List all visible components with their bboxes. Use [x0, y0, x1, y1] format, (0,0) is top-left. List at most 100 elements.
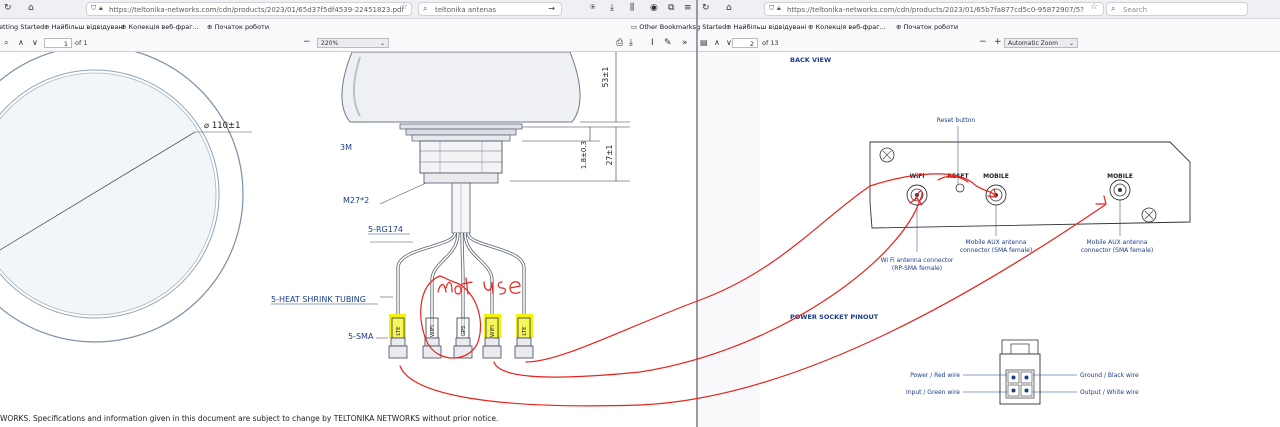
find-icon[interactable]: ⌕	[4, 39, 8, 47]
pin-output-label: Output / White wire	[1080, 389, 1139, 396]
bookmark-start[interactable]: ⊕ Початок роботи	[207, 19, 269, 35]
right-search-placeholder: Search	[1123, 6, 1148, 14]
bookmark-getting-started[interactable]: Getting Started	[698, 19, 726, 35]
prev-page-icon[interactable]: ∧	[714, 39, 720, 47]
port-mobile-1-label: MOBILE	[983, 173, 1009, 180]
bookmark-web-collection[interactable]: ⊕ Колекція веб-фраг...	[808, 19, 886, 35]
bookmark-star-icon[interactable]: ☆	[1090, 3, 1098, 12]
zoom-in-icon[interactable]: +	[994, 38, 1002, 47]
reload-icon[interactable]: ↻	[702, 4, 710, 13]
right-search-input[interactable]: ⌕ Search	[1106, 2, 1248, 16]
cable-label: 5-RG174	[368, 225, 403, 234]
left-page-number-input[interactable]: 1	[44, 38, 72, 48]
right-navigation-bar: ↻ ⌂ ⛉ 🔒︎ https://teltonika-networks.com/…	[698, 0, 1280, 19]
bookmark-most-visited[interactable]: ⊕ Найбільш відвідувані	[726, 19, 806, 35]
go-arrow-icon[interactable]: →	[548, 5, 555, 13]
prev-page-icon[interactable]: ∧	[18, 39, 24, 47]
zoom-out-icon[interactable]: −	[303, 38, 311, 47]
left-url-text: https://teltonika-networks.com/cdn/produ…	[109, 6, 404, 14]
port-reset-label: RESET	[947, 173, 969, 180]
extensions-icon[interactable]: ⧉	[668, 4, 674, 13]
bookmark-star-icon[interactable]: ☆	[400, 3, 408, 12]
left-search-input[interactable]: ⌕ teltonika antenas →	[418, 2, 562, 16]
connector-label: 5-SMA	[348, 332, 374, 341]
port-mobile-2-label: MOBILE	[1107, 173, 1133, 180]
left-browser-window: ↻ ⌂ ⛉ 🔒︎ https://teltonika-networks.com/…	[0, 0, 696, 427]
right-pdf-toolbar: ▤ ∧ ∨ 2 of 13 − + Automatic Zoom ⌄	[698, 36, 1280, 52]
zoom-out-icon[interactable]: −	[979, 38, 987, 47]
pin-input-label: Input / Green wire	[906, 389, 960, 396]
mobile-aux-1-caption-2: connector (SMA female)	[960, 247, 1032, 254]
dim-base-label: 1.8±0.3	[580, 141, 588, 169]
bookmark-web-collection[interactable]: ⊕ Колекція веб-фраг...	[121, 19, 199, 35]
right-zoom-select[interactable]: Automatic Zoom ⌄	[1004, 38, 1078, 48]
chevron-down-icon: ⌄	[1068, 40, 1074, 47]
folder-icon: ▭	[631, 23, 640, 31]
home-icon[interactable]: ⌂	[28, 4, 34, 13]
menu-icon[interactable]: ≡	[684, 4, 692, 13]
router-back-view-drawing: BACK VIEW POWER SOCKET PINOUT WiFi RESET…	[790, 56, 1191, 405]
right-bookmarks-bar: Getting Started ⊕ Найбільш відвідувані ⊕…	[698, 19, 1280, 35]
library-icon[interactable]: ⫼	[630, 4, 634, 13]
right-page-number-input[interactable]: 2	[732, 38, 758, 48]
lock-icon: 🔒︎	[777, 4, 781, 12]
left-navigation-bar: ↻ ⌂ ⛉ 🔒︎ https://teltonika-networks.com/…	[0, 0, 696, 19]
search-icon: ⌕	[423, 4, 428, 13]
back-view-heading: BACK VIEW	[790, 56, 831, 64]
left-url-bar[interactable]: ⛉ 🔒︎ https://teltonika-networks.com/cdn/…	[86, 2, 412, 16]
tag-lte-2: LTE	[522, 326, 528, 336]
draw-tool-icon[interactable]: ✎	[664, 39, 672, 48]
bookmark-start[interactable]: ⊕ Початок роботи	[896, 19, 958, 35]
bookmark-most-visited[interactable]: ⊕ Найбільш відвідувані	[44, 19, 124, 35]
antenna-drawing: LTE WIFI GPS WIFI LTE ⌀ 110±1 3M M27*2 5…	[0, 52, 630, 359]
left-pdf-page: LTE WIFI GPS WIFI LTE ⌀ 110±1 3M M27*2 5…	[0, 52, 696, 427]
power-pinout-heading: POWER SOCKET PINOUT	[790, 313, 879, 321]
right-url-text: https://teltonika-networks.com/cdn/produ…	[787, 6, 1084, 14]
adhesive-label: 3M	[340, 143, 352, 152]
tag-gps: GPS	[461, 325, 467, 337]
globe-icon: ⊕	[808, 23, 816, 31]
chevron-down-icon: ⌄	[379, 40, 385, 47]
bookmark-getting-started[interactable]: Getting Started	[0, 19, 44, 35]
pin-ground-label: Ground / Black wire	[1080, 372, 1139, 379]
pin-power-label: Power / Red wire	[910, 372, 960, 379]
pocket-icon[interactable]: ⍟	[590, 4, 595, 13]
dim-thread-label: 27±1	[605, 144, 614, 165]
tubing-label: 5-HEAT SHRINK TUBING	[271, 295, 366, 304]
tag-lte-1: LTE	[396, 326, 402, 336]
right-browser-window: ↻ ⌂ ⛉ 🔒︎ https://teltonika-networks.com/…	[698, 0, 1280, 427]
right-pdf-viewer[interactable]: BACK VIEW POWER SOCKET PINOUT WiFi RESET…	[698, 52, 1280, 427]
mobile-aux-1-caption-1: Mobile AUX antenna	[966, 239, 1027, 246]
left-footer-text: WORKS. Specifications and information gi…	[0, 414, 499, 423]
left-page-count: of 1	[75, 39, 88, 47]
save-icon[interactable]: ⤓	[629, 39, 633, 48]
next-page-icon[interactable]: ∨	[32, 39, 38, 47]
dim-height-label: 53±1	[601, 66, 610, 87]
downloads-icon[interactable]: ⤓	[610, 4, 614, 13]
wifi-caption-2: (RP-SMA female)	[892, 265, 942, 272]
sidebar-toggle-icon[interactable]: ▤	[700, 39, 708, 47]
next-page-icon[interactable]: ∨	[726, 39, 732, 47]
left-zoom-select[interactable]: 220% ⌄	[317, 38, 389, 48]
wifi-caption-1: Wi Fi antenna connector	[881, 257, 954, 264]
reload-icon[interactable]: ↻	[4, 4, 12, 13]
left-search-text: teltonika antenas	[435, 6, 497, 14]
left-pdf-viewer[interactable]: LTE WIFI GPS WIFI LTE ⌀ 110±1 3M M27*2 5…	[0, 52, 696, 427]
lock-icon: 🔒︎	[99, 4, 103, 12]
tag-wifi-2: WIFI	[490, 325, 496, 337]
home-icon[interactable]: ⌂	[726, 4, 732, 13]
print-icon[interactable]: ⎙	[616, 39, 623, 48]
right-pdf-page: BACK VIEW POWER SOCKET PINOUT WiFi RESET…	[760, 52, 1280, 427]
bookmark-other[interactable]: ▭ Other Bookmarks	[631, 19, 696, 35]
tag-wifi-1: WIFI	[430, 325, 436, 337]
right-page-count: of 13	[762, 39, 779, 47]
shield-icon: ⛉	[769, 4, 775, 12]
search-icon: ⌕	[1111, 4, 1116, 13]
more-tools-icon[interactable]: »	[682, 39, 688, 48]
globe-icon: ⊕	[44, 23, 52, 31]
text-tool-icon[interactable]: I	[651, 39, 654, 48]
globe-icon: ⊕	[726, 23, 734, 31]
right-url-bar[interactable]: ⛉ 🔒︎ https://teltonika-networks.com/cdn/…	[764, 2, 1104, 16]
account-icon[interactable]: ◉	[650, 4, 658, 13]
diameter-label: ⌀ 110±1	[204, 121, 241, 131]
